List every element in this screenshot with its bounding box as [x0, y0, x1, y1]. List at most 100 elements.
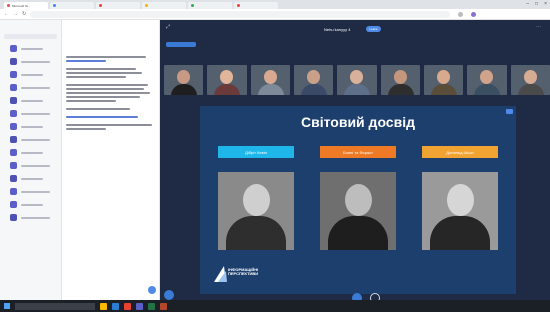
share-tray-button[interactable] — [164, 290, 174, 300]
browser-tab-label: Microsoft Te... — [12, 3, 31, 8]
chat-search-input[interactable] — [4, 34, 57, 39]
message-link[interactable] — [66, 60, 106, 62]
maximize-icon[interactable]: □ — [535, 1, 538, 7]
chat-list-item[interactable] — [0, 94, 61, 107]
chat-item-label — [21, 177, 43, 180]
participant-body — [214, 84, 241, 95]
chat-list-item[interactable] — [0, 107, 61, 120]
message-line — [66, 72, 142, 74]
chat-list-item[interactable] — [0, 42, 61, 55]
taskbar-search-input[interactable] — [15, 302, 95, 310]
participant-gallery — [164, 65, 550, 95]
person-label-2: Бонні та Форшіт — [320, 146, 396, 158]
message-block — [66, 68, 155, 78]
participant-video-tile[interactable] — [164, 65, 204, 95]
chat-item-label — [21, 125, 43, 128]
powerpoint-icon[interactable] — [160, 302, 167, 310]
message-block — [66, 84, 155, 102]
chat-list — [0, 42, 61, 224]
message-link[interactable] — [66, 116, 138, 118]
microphone-toggle-button[interactable] — [370, 293, 380, 300]
tab-favicon-icon — [237, 4, 240, 7]
extension-icon[interactable] — [458, 11, 464, 17]
profile-avatar-icon[interactable] — [471, 11, 477, 17]
participant-video-tile[interactable] — [207, 65, 247, 95]
browser-tab[interactable] — [188, 2, 232, 9]
browser-tab-teams[interactable]: Microsoft Te... — [4, 2, 48, 9]
chat-avatar-icon — [10, 123, 17, 130]
browser-tab[interactable] — [96, 2, 140, 9]
chat-list-item[interactable] — [0, 133, 61, 146]
chat-item-label — [21, 138, 50, 141]
tab-favicon-icon — [191, 4, 194, 7]
excel-icon[interactable] — [148, 302, 155, 310]
participant-video-tile[interactable] — [380, 65, 420, 95]
reload-icon[interactable]: ↻ — [22, 11, 26, 17]
chrome-icon[interactable] — [124, 302, 131, 310]
chat-list-item[interactable] — [0, 185, 61, 198]
portrait-face — [447, 184, 474, 216]
teams-favicon-icon — [7, 4, 10, 7]
chat-item-label — [21, 99, 43, 102]
chat-list-item[interactable] — [0, 68, 61, 81]
logo-text-line-2: ПЕРСПЕКТИВИ — [228, 271, 259, 276]
chat-list-item[interactable] — [0, 146, 61, 159]
new-message-button[interactable] — [148, 286, 156, 294]
edge-icon[interactable] — [112, 302, 119, 310]
expand-icon[interactable]: ⤢ — [166, 24, 170, 30]
chat-avatar-icon — [10, 58, 17, 65]
chat-list-item[interactable] — [0, 198, 61, 211]
participant-body — [171, 84, 197, 95]
meeting-info-button[interactable] — [166, 42, 196, 47]
teams-icon[interactable] — [136, 302, 143, 310]
chat-avatar-icon — [10, 97, 17, 104]
camera-toggle-button[interactable] — [352, 293, 362, 300]
chat-item-label — [21, 47, 43, 50]
participant-body — [344, 84, 371, 95]
chat-list-item[interactable] — [0, 172, 61, 185]
file-explorer-icon[interactable] — [100, 302, 107, 310]
person-label-text: Дональд Шьон — [446, 149, 474, 155]
person-label-text: Бонні та Форшіт — [343, 149, 373, 155]
minimize-icon[interactable]: – — [526, 1, 529, 7]
portrait-photo-2 — [320, 172, 396, 250]
conversation-pane — [62, 20, 160, 300]
chat-item-label — [21, 164, 50, 167]
chat-item-label — [21, 203, 43, 206]
chat-list-item[interactable] — [0, 211, 61, 224]
browser-tab[interactable] — [142, 2, 186, 9]
chat-list-item[interactable] — [0, 55, 61, 68]
participant-face — [220, 70, 234, 84]
chat-list-item[interactable] — [0, 81, 61, 94]
participant-video-tile[interactable] — [467, 65, 507, 95]
participant-face — [177, 70, 190, 84]
chat-item-label — [21, 86, 50, 89]
message-line — [66, 56, 146, 58]
participant-video-tile[interactable] — [250, 65, 290, 95]
close-icon[interactable]: × — [544, 1, 547, 7]
participant-body — [474, 84, 501, 95]
windows-start-icon[interactable] — [4, 303, 10, 309]
forward-icon[interactable]: → — [13, 11, 18, 17]
browser-tab[interactable] — [50, 2, 94, 9]
chat-list-item[interactable] — [0, 120, 61, 133]
browser-address-bar: ← → ↻ — [0, 9, 550, 20]
logo-text: ІНФОРМАЦІЙНІ ПЕРСПЕКТИВИ — [228, 268, 258, 276]
portrait-face — [243, 184, 270, 216]
participant-face — [523, 70, 537, 84]
chat-list-item[interactable] — [0, 159, 61, 172]
participant-video-tile[interactable] — [337, 65, 377, 95]
message-block — [66, 124, 155, 130]
leave-button[interactable]: Leave — [366, 26, 381, 32]
participant-video-tile[interactable] — [293, 65, 334, 95]
back-icon[interactable]: ← — [4, 11, 9, 17]
browser-tab[interactable] — [234, 2, 278, 9]
participant-video-tile[interactable] — [510, 65, 550, 95]
portrait-face — [345, 184, 372, 216]
more-options-icon[interactable]: ⋯ — [536, 24, 541, 30]
message-line — [66, 88, 144, 90]
participant-video-tile[interactable] — [423, 65, 464, 95]
url-field[interactable] — [30, 10, 451, 18]
participant-body — [300, 84, 327, 95]
chat-item-label — [21, 190, 50, 193]
